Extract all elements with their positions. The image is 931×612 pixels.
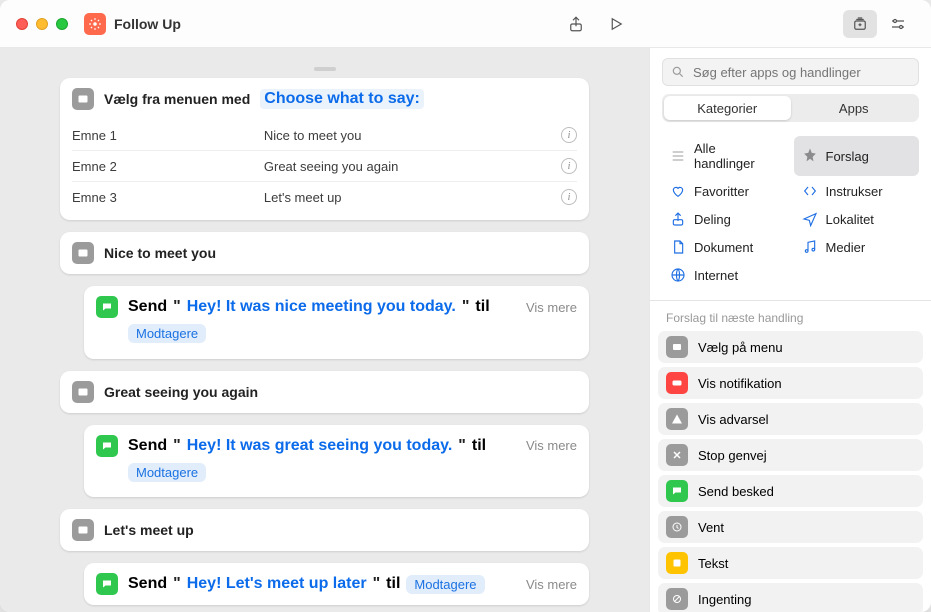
- suggestion-nothing[interactable]: Ingenting: [658, 583, 923, 612]
- category-document[interactable]: Dokument: [662, 234, 788, 260]
- category-location[interactable]: Lokalitet: [794, 206, 920, 232]
- tab-apps[interactable]: Apps: [791, 96, 918, 120]
- suggestion-show-notification[interactable]: Vis notifikation: [658, 367, 923, 399]
- run-button[interactable]: [598, 10, 634, 38]
- category-media[interactable]: Medier: [794, 234, 920, 260]
- suggestion-stop-shortcut[interactable]: Stop genvej: [658, 439, 923, 471]
- suggestion-send-message[interactable]: Send besked: [658, 475, 923, 507]
- suggestions-list: Vælg på menu Vis notifikation Vis advars…: [650, 331, 931, 612]
- suggestion-text[interactable]: Tekst: [658, 547, 923, 579]
- choose-from-menu-action[interactable]: Vælg fra menuen med Choose what to say: …: [60, 78, 589, 220]
- minimize-button[interactable]: [36, 18, 48, 30]
- drag-handle-top[interactable]: [314, 60, 336, 78]
- send-message-action[interactable]: Send " Hey! Let's meet up later " til Mo…: [84, 563, 589, 605]
- share-button[interactable]: [558, 10, 594, 38]
- settings-toggle-button[interactable]: [881, 10, 915, 38]
- recipients-token[interactable]: Modtagere: [128, 463, 206, 482]
- category-suggestions[interactable]: Forslag: [794, 136, 920, 176]
- info-icon[interactable]: i: [561, 127, 577, 143]
- menu-branch-card[interactable]: Let's meet up: [60, 509, 589, 551]
- recipients-token[interactable]: Modtagere: [406, 575, 484, 594]
- category-scripting[interactable]: Instrukser: [794, 178, 920, 204]
- action-library-sidebar: Kategorier Apps Alle handlinger Forslag …: [650, 48, 931, 612]
- menu-icon: [72, 381, 94, 403]
- category-internet[interactable]: Internet: [662, 262, 788, 288]
- message-token[interactable]: Hey! It was nice meeting you today.: [187, 298, 456, 316]
- send-message-action[interactable]: Send " Hey! It was nice meeting you toda…: [84, 286, 589, 359]
- menu-item-row[interactable]: Emne 1 Nice to meet you i: [72, 120, 577, 151]
- action-title: Vælg fra menuen med: [104, 91, 250, 107]
- menu-item-row[interactable]: Emne 3 Let's meet up i: [72, 182, 577, 212]
- menu-item-row[interactable]: Emne 2 Great seeing you again i: [72, 151, 577, 182]
- menu-branch-card[interactable]: Nice to meet you: [60, 232, 589, 274]
- messages-icon: [96, 435, 118, 457]
- search-field[interactable]: [662, 58, 919, 86]
- show-more-button[interactable]: Vis mere: [526, 300, 577, 315]
- body: Vælg fra menuen med Choose what to say: …: [0, 48, 931, 612]
- suggestion-choose-from-menu[interactable]: Vælg på menu: [658, 331, 923, 363]
- menu-icon: [72, 242, 94, 264]
- category-favorites[interactable]: Favoritter: [662, 178, 788, 204]
- menu-branch-card[interactable]: Great seeing you again: [60, 371, 589, 413]
- branch-title: Let's meet up: [104, 522, 194, 538]
- category-sharing[interactable]: Deling: [662, 206, 788, 232]
- titlebar: Follow Up: [0, 0, 931, 48]
- search-icon: [671, 65, 685, 79]
- info-icon[interactable]: i: [561, 158, 577, 174]
- suggestion-wait[interactable]: Vent: [658, 511, 923, 543]
- recipients-token[interactable]: Modtagere: [128, 324, 206, 343]
- message-token[interactable]: Hey! Let's meet up later: [187, 575, 367, 593]
- show-more-button[interactable]: Vis mere: [526, 438, 577, 453]
- message-token[interactable]: Hey! It was great seeing you today.: [187, 437, 453, 455]
- menu-prompt-token[interactable]: Choose what to say:: [260, 89, 424, 109]
- branch-title: Nice to meet you: [104, 245, 216, 261]
- branch-title: Great seeing you again: [104, 384, 258, 400]
- tab-categories[interactable]: Kategorier: [664, 96, 791, 120]
- category-all-actions[interactable]: Alle handlinger: [662, 136, 788, 176]
- window-title: Follow Up: [114, 16, 181, 32]
- workflow-editor[interactable]: Vælg fra menuen med Choose what to say: …: [0, 48, 650, 612]
- search-input[interactable]: [691, 64, 910, 81]
- category-grid: Alle handlinger Forslag Favoritter Instr…: [650, 132, 931, 300]
- menu-icon: [72, 88, 94, 110]
- send-message-action[interactable]: Send " Hey! It was great seeing you toda…: [84, 425, 589, 498]
- info-icon[interactable]: i: [561, 189, 577, 205]
- messages-icon: [96, 573, 118, 595]
- suggestion-show-alert[interactable]: Vis advarsel: [658, 403, 923, 435]
- window: Follow Up: [0, 0, 931, 612]
- close-button[interactable]: [16, 18, 28, 30]
- sidebar-toolbar: [634, 10, 915, 38]
- messages-icon: [96, 296, 118, 318]
- menu-icon: [72, 519, 94, 541]
- maximize-button[interactable]: [56, 18, 68, 30]
- shortcut-icon: [84, 13, 106, 35]
- menu-items: Emne 1 Nice to meet you i Emne 2 Great s…: [60, 120, 589, 220]
- window-traffic-lights: [16, 18, 68, 30]
- show-more-button[interactable]: Vis mere: [526, 577, 577, 592]
- suggestions-header: Forslag til næste handling: [650, 301, 931, 331]
- library-toggle-button[interactable]: [843, 10, 877, 38]
- library-tabs: Kategorier Apps: [662, 94, 919, 122]
